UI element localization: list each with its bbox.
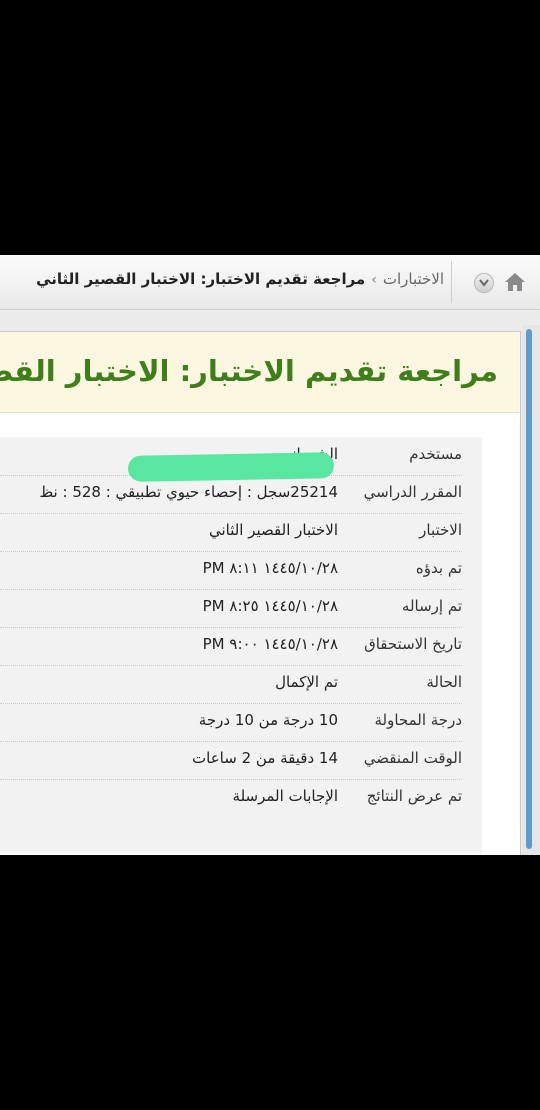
detail-row-due-date: تاريخ الاستحقاق ١٤٤٥/١٠/٢٨ ٩:٠٠ PM (0, 627, 462, 666)
detail-label: تاريخ الاستحقاق (364, 635, 462, 653)
detail-row-elapsed-time: الوقت المنقضي 14 دقيقة من 2 ساعات (0, 741, 462, 780)
detail-row-test: الاختبار الاختبار القصير الثاني (0, 513, 462, 552)
detail-row-started: تم بدؤه ١٤٤٥/١٠/٢٨ ٨:١١ PM (0, 551, 462, 590)
breadcrumb-divider (451, 261, 452, 303)
detail-row-course: المقرر الدراسي 25214سجل : إحصاء حيوي تطب… (0, 475, 462, 514)
scrollbar-thumb[interactable] (526, 329, 532, 849)
detail-label: الحالة (426, 673, 462, 691)
submission-details: مستخدم الشهراني المقرر الدراسي 25214سجل … (0, 437, 482, 853)
detail-value: 10 درجة من 10 درجة (198, 711, 338, 729)
detail-label: تم بدؤه (415, 559, 462, 577)
detail-label: الاختبار (419, 521, 462, 539)
detail-value: ١٤٤٥/١٠/٢٨ ٨:٢٥ PM (202, 597, 338, 615)
detail-row-submitted: تم إرساله ١٤٤٥/١٠/٢٨ ٨:٢٥ PM (0, 589, 462, 628)
detail-row-results-shown: تم عرض النتائج الإجابات المرسلة (0, 779, 462, 817)
detail-label: مستخدم (409, 445, 462, 463)
detail-label: درجة المحاولة (374, 711, 462, 729)
detail-row-status: الحالة تم الإكمال (0, 665, 462, 704)
browser-screen: الاختبارات › مراجعة تقديم الاختبار: الاختب… (0, 255, 540, 855)
page-title: مراجعة تقديم الاختبار: الاختبار القصير ا… (0, 354, 498, 388)
detail-label: المقرر الدراسي (363, 483, 462, 501)
scrollbar[interactable] (522, 325, 540, 855)
detail-label: تم عرض النتائج (366, 787, 462, 805)
chevron-down-icon[interactable] (474, 273, 494, 293)
breadcrumb-bar: الاختبارات › مراجعة تقديم الاختبار: الاختب… (0, 255, 540, 310)
detail-label: الوقت المنقضي (363, 749, 462, 767)
breadcrumb: الاختبارات › مراجعة تقديم الاختبار: الاختب… (36, 270, 444, 288)
detail-value: ١٤٤٥/١٠/٢٨ ٩:٠٠ PM (202, 635, 338, 653)
home-icon[interactable] (502, 269, 528, 295)
detail-label: تم إرساله (401, 597, 462, 615)
breadcrumb-tests-link[interactable]: الاختبارات (383, 270, 444, 288)
breadcrumb-separator: › (371, 272, 377, 288)
breadcrumb-current: مراجعة تقديم الاختبار: الاختبار القصير ا… (36, 270, 366, 288)
detail-value: الإجابات المرسلة (232, 787, 338, 805)
detail-value: تم الإكمال (275, 673, 338, 691)
detail-row-score: درجة المحاولة 10 درجة من 10 درجة (0, 703, 462, 742)
detail-value: 25214سجل : إحصاء حيوي تطبيقي : 528 : نظ (39, 483, 338, 501)
detail-value: 14 دقيقة من 2 ساعات (192, 749, 338, 767)
review-panel: مراجعة تقديم الاختبار: الاختبار القصير ا… (0, 331, 521, 855)
redaction-scribble (127, 452, 335, 482)
detail-value: ١٤٤٥/١٠/٢٨ ٨:١١ PM (202, 559, 338, 577)
title-area: مراجعة تقديم الاختبار: الاختبار القصير ا… (0, 332, 520, 413)
detail-value: الاختبار القصير الثاني (208, 521, 338, 539)
